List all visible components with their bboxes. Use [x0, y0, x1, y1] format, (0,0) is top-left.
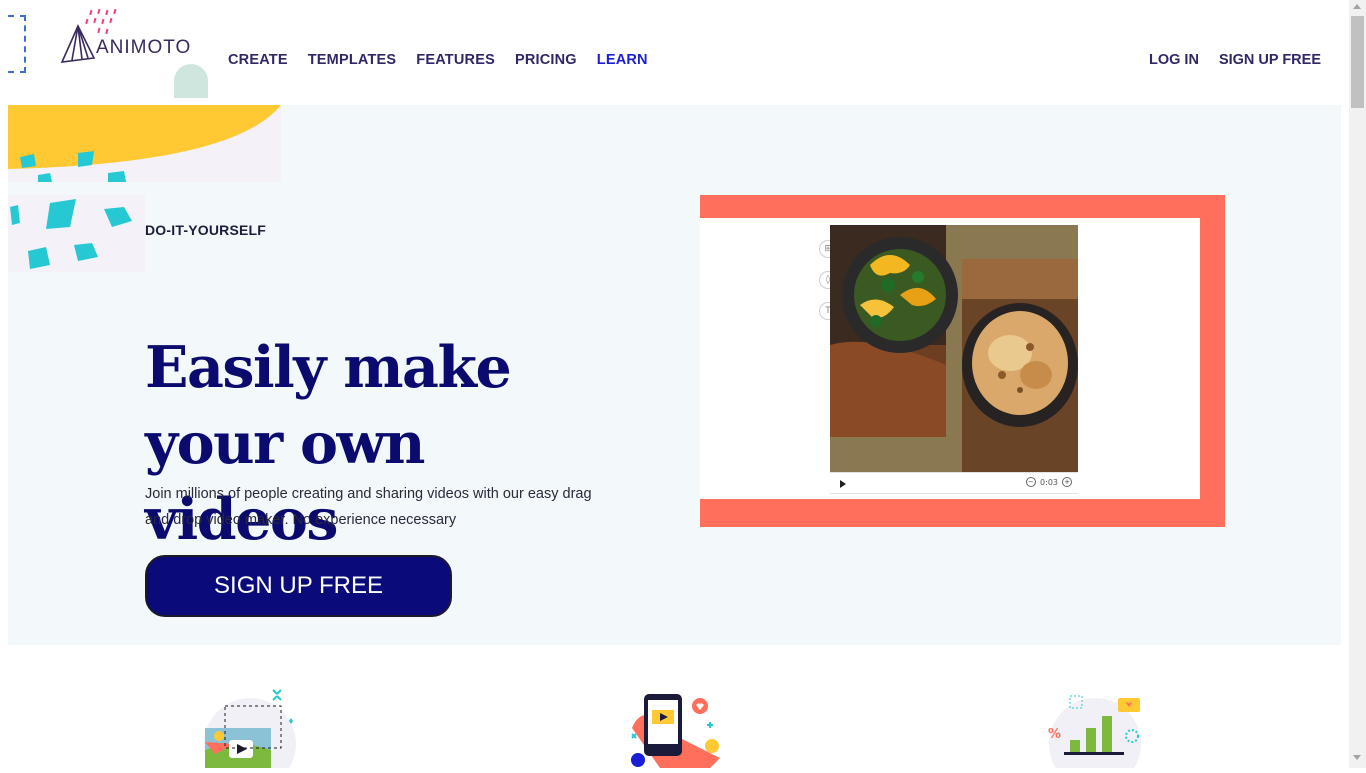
editor-preview-frame: ⊞ ◊ T − 0:03 + — [700, 195, 1225, 527]
nav-pricing[interactable]: PRICING — [515, 52, 577, 68]
analytics-chart-illustration: % — [1040, 688, 1150, 773]
play-icon[interactable] — [840, 480, 846, 488]
site-header: ANIMOTO CREATE TEMPLATES FEATURES PRICIN… — [0, 0, 1349, 105]
animoto-mark-icon — [60, 24, 96, 63]
mobile-video-illustration — [620, 688, 730, 768]
playback-time: − 0:03 + — [1026, 477, 1072, 487]
nav-templates[interactable]: TEMPLATES — [308, 52, 397, 68]
video-preview-image — [830, 225, 1078, 472]
zoom-in-icon[interactable]: + — [1062, 477, 1072, 487]
hero-subtext: Join millions of people creating and sha… — [145, 486, 592, 528]
analytics-chart-icon: % — [1048, 695, 1141, 773]
decorative-mint-blob — [174, 64, 208, 98]
decorative-teal-brush-strokes — [8, 195, 145, 272]
logo-wordmark: ANIMOTO — [96, 37, 192, 58]
signup-cta-button[interactable]: SIGN UP FREE — [145, 555, 452, 617]
decorative-dashed-frame — [8, 15, 26, 73]
hero-section: DO-IT-YOURSELF Easily make your own vide… — [8, 105, 1341, 645]
mobile-video-icon — [631, 694, 720, 768]
teal-brush-icon — [10, 199, 132, 269]
login-link[interactable]: LOG IN — [1149, 52, 1199, 68]
account-nav: LOG IN SIGN UP FREE — [1129, 52, 1321, 68]
time-readout: 0:03 — [1040, 477, 1058, 487]
page-scrollbar[interactable] — [1349, 0, 1366, 768]
photo-video-illustration — [195, 688, 305, 773]
scroll-thumb[interactable] — [1351, 16, 1364, 108]
yellow-swoosh-icon — [8, 105, 281, 182]
main-nav: CREATE TEMPLATES FEATURES PRICING LEARN — [228, 52, 668, 68]
zoom-out-icon[interactable]: − — [1026, 477, 1037, 487]
scroll-up-arrow-icon[interactable] — [1353, 4, 1361, 9]
nav-create[interactable]: CREATE — [228, 52, 288, 68]
player-controls: − 0:03 + — [830, 472, 1078, 494]
photo-video-icon — [204, 689, 296, 773]
svg-text:%: % — [1048, 727, 1061, 742]
scroll-down-arrow-icon[interactable] — [1353, 755, 1361, 760]
food-collage-icon — [830, 225, 1078, 472]
signup-link[interactable]: SIGN UP FREE — [1219, 52, 1321, 68]
hero-eyebrow: DO-IT-YOURSELF — [145, 222, 267, 238]
editor-preview: ⊞ ◊ T − 0:03 + — [700, 218, 1200, 499]
nav-learn[interactable]: LEARN — [597, 52, 648, 68]
decorative-yellow-swoosh — [8, 105, 281, 182]
nav-features[interactable]: FEATURES — [416, 52, 495, 68]
animoto-logo[interactable]: ANIMOTO — [58, 8, 208, 98]
